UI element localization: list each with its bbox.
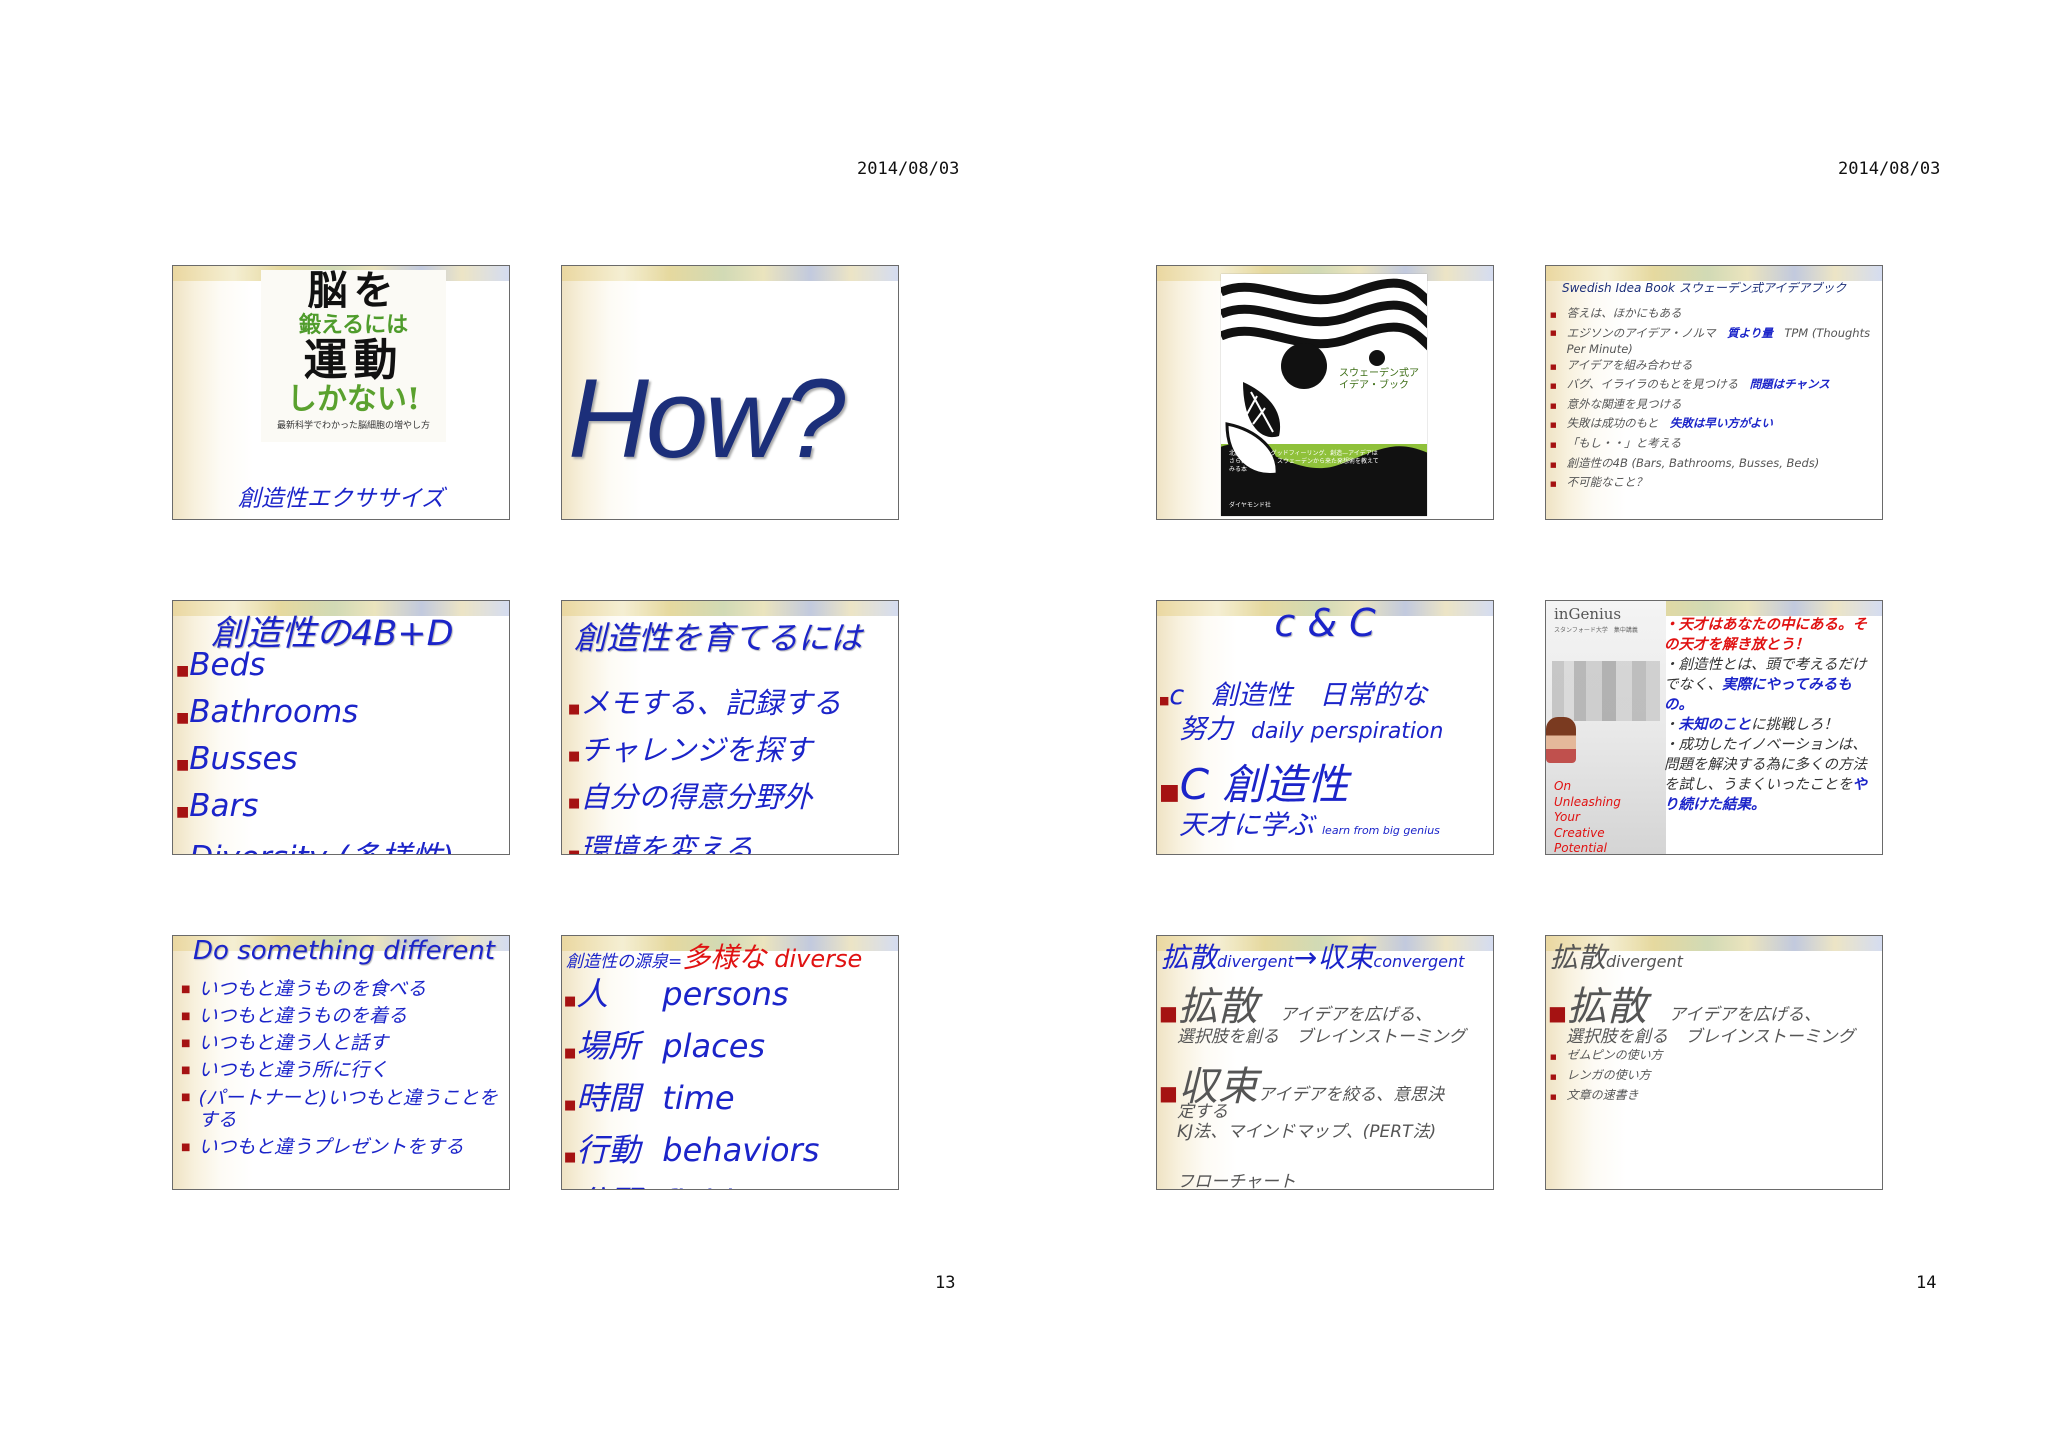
- list-item: ■メモする、記録する: [568, 686, 842, 720]
- cover-subtitle: 最新科学でわかった脳細胞の増やし方: [276, 421, 430, 431]
- list-item: ■ アイデアを組み合わせる: [1550, 357, 1693, 372]
- body-text-3: ・成功したイノベーションは、問題を解決する為に多くの方法を試し、うまくいったこと…: [1664, 737, 1867, 813]
- page-13-number: 13: [935, 1273, 956, 1293]
- book-cover-brain: 脳を 鍛えるには 運動 しかない! 最新科学でわかった脳細胞の増やし方: [261, 270, 446, 442]
- list-item: ■ エジソンのアイデア・ノルマ 質より量 TPM (Thoughts Per Mi…: [1550, 325, 1871, 356]
- list-item: ■ いつもと違うプレゼントをする: [181, 1136, 464, 1158]
- bullet-list: ■メモする、記録する ■チャレンジを探す ■自分の得意分野外 ■環境を変える: [568, 683, 842, 855]
- list-item: ■ 失敗は成功のもと 失敗は早い方がよい: [1550, 416, 1773, 431]
- bullet-list: ■ いつもと違うものを食べる ■ いつもと違うものを着る ■ いつもと違う人と話す ■…: [181, 976, 506, 1161]
- list-item: ■環境を変える: [568, 832, 754, 855]
- body-text-2: ・未知のことに挑戦しろ！: [1664, 717, 1838, 733]
- book-publisher: ダイヤモンド社: [1229, 502, 1271, 509]
- list-item: ■ (パートナーと)いつもと違うことをする: [181, 1087, 498, 1131]
- slide-nurture: 創造性を育てるには ■メモする、記録する ■チャレンジを探す ■自分の得意分野外…: [561, 600, 899, 855]
- page-14-number: 14: [1916, 1273, 1937, 1293]
- slide-exercise-book: 脳を 鍛えるには 運動 しかない! 最新科学でわかった脳細胞の増やし方 創造性エ…: [172, 265, 510, 520]
- list-item: ■自分の得意分野外: [568, 780, 813, 814]
- list-item: ■ ゼムピンの使い方: [1550, 1048, 1663, 1062]
- list-item: ■ いつもと違うものを食べる: [181, 978, 427, 1000]
- list-item: ■ 不可能なこと？: [1550, 475, 1648, 490]
- slide-source-diversity: 創造性の源泉=多様な diverse ■人 persons ■場所 places ■時…: [561, 935, 899, 1190]
- list-item: ■時間 time: [564, 1079, 735, 1117]
- cover-line-4: しかない!: [286, 382, 421, 417]
- divergent-desc: 選択肢を創る ブレインストーミング: [1566, 1027, 1855, 1047]
- body-text-1: ・創造性とは、頭で考えるだけでなく、実際にやってみるもの。: [1664, 657, 1867, 713]
- slide-title: 創造性の源泉=多様な diverse: [566, 936, 862, 976]
- list-item: ■ 文章の速書き: [1550, 1088, 1639, 1102]
- list-item: ■ 「もし・・」と考える: [1550, 435, 1682, 450]
- book-title: inGenius: [1554, 605, 1622, 623]
- list-item: ■ バグ、イライラのもとを見つける 問題はチャンス: [1550, 377, 1830, 392]
- list-item: ■人 persons: [564, 975, 789, 1013]
- slide-caption: 創造性エクササイズ: [237, 486, 445, 512]
- convergent-desc: 定する KJ法、マインドマップ、(PERT法) フローチャート: [1177, 1102, 1437, 1190]
- slide-swedish-book-cover: スウェーデン式アイデア・ブック 北欧デザイン、グッドフィーリング、創造—アイデア…: [1156, 265, 1494, 520]
- divergent-desc: 選択肢を創る ブレインストーミング: [1177, 1027, 1466, 1047]
- bullet-list: ■ ゼムピンの使い方 ■ レンガの使い方 ■ 文章の速書き: [1550, 1046, 1663, 1106]
- slide-title: c & C: [1274, 601, 1376, 645]
- book-cover-ingenius: inGenius スタンフォード大学 集中講義 On Unleashing Yo…: [1546, 601, 1666, 855]
- slide-title: Swedish Idea Book スウェーデン式アイデアブック: [1562, 281, 1847, 295]
- list-item: ■Beds: [176, 647, 266, 683]
- list-item: ■ いつもと違う人と話す: [181, 1032, 389, 1054]
- book-blurb: 北欧デザイン、グッドフィーリング、創造—アイデアはさらに生まれる。スウェーデンか…: [1229, 450, 1379, 473]
- list-item: ■ レンガの使い方: [1550, 1068, 1651, 1082]
- list-item: ■ いつもと違う所に行く: [181, 1059, 389, 1081]
- slide-how: How?: [561, 265, 899, 520]
- cover-line-1: 脳を: [307, 267, 400, 314]
- list-item: ■ 創造性の4B (Bars, Bathrooms, Busses, Beds): [1550, 455, 1820, 470]
- list-item: ■ いつもと違うものを着る: [181, 1005, 408, 1027]
- page-14-date: 2014/08/03: [1838, 159, 1941, 179]
- slide-c-and-c: c & C ■c 創造性 日常的な 努力 daily perspiration ■…: [1156, 600, 1494, 855]
- slide-body: ・天才はあなたの中にある。その天才を解き放とう！ ・創造性とは、頭で考えるだけで…: [1664, 615, 1880, 815]
- cover-line-3: 運動: [303, 335, 404, 386]
- list-item: ■Bathrooms: [176, 694, 359, 730]
- title-jp: 多様な: [682, 941, 767, 974]
- author-photo: [1546, 717, 1576, 763]
- slide-title: Do something different: [193, 936, 495, 966]
- how-heading: How?: [568, 356, 845, 481]
- slide-ingenius: inGenius スタンフォード大学 集中講義 On Unleashing Yo…: [1545, 600, 1883, 855]
- list-item: ■Busses: [176, 741, 298, 777]
- title-prefix: 創造性の源泉=: [566, 952, 683, 972]
- book-title: スウェーデン式アイデア・ブック: [1339, 368, 1419, 391]
- slide-title: 拡散divergent: [1550, 941, 1683, 974]
- slide-divergent: 拡散divergent ■拡散 アイデアを広げる、 選択肢を創る ブレインストーミ…: [1545, 935, 1883, 1190]
- cityscape: [1552, 661, 1660, 721]
- list-item: ■Bars: [176, 788, 259, 824]
- book-cover-swedish: スウェーデン式アイデア・ブック 北欧デザイン、グッドフィーリング、創造—アイデア…: [1221, 274, 1427, 516]
- list-item: ■チャレンジを探す: [568, 733, 813, 767]
- slide-title: 拡散divergent→収束convergent: [1161, 941, 1465, 974]
- bullet-list: ■人 persons ■場所 places ■時間 time ■行動 behaviors…: [564, 972, 820, 1189]
- list-item: ■行動 behaviors: [564, 1131, 820, 1169]
- line-effort: 努力 daily perspiration: [1179, 714, 1444, 745]
- title-en: diverse: [774, 945, 863, 973]
- slide-swedish-idea-book: Swedish Idea Book スウェーデン式アイデアブック ■ 答えは、ほか…: [1545, 265, 1883, 520]
- book-subtitle: スタンフォード大学 集中講義: [1554, 627, 1638, 634]
- list-item: ■ 意外な関連を見つける: [1550, 396, 1682, 411]
- slide-title: 創造性を育てるには: [574, 619, 863, 657]
- slide-divergent-convergent: 拡散divergent→収束convergent ■拡散 アイデアを広げる、 選択…: [1156, 935, 1494, 1190]
- heading-text: ・天才はあなたの中にある。その天才を解き放とう！: [1664, 617, 1867, 653]
- page-13-date: 2014/08/03: [857, 159, 960, 179]
- list-item: ■分野fields: [564, 1180, 819, 1189]
- cover-art: [1221, 278, 1427, 516]
- book-side-text: On Unleashing Your Creative Potential: [1554, 779, 1621, 855]
- bullet-list: ■Beds ■Bathrooms ■Busses ■Bars ■Diversit…: [176, 645, 454, 854]
- list-item: ■Diversity (多様性): [176, 833, 454, 854]
- slide-4bd: 創造性の4B+D ■Beds ■Bathrooms ■Busses ■Bars …: [172, 600, 510, 855]
- slide-do-something-different: Do something different ■ いつもと違うものを食べる ■ いつ…: [172, 935, 510, 1190]
- list-item: ■場所 places: [564, 1027, 766, 1065]
- list-item: ■ 答えは、ほかにもある: [1550, 306, 1682, 320]
- bullet-list: ■ 答えは、ほかにもある ■ エジソンのアイデア・ノルマ 質より量 TPM (Tho…: [1550, 305, 1880, 494]
- line-genius: 天才に学ぶ learn from big genius: [1179, 810, 1440, 841]
